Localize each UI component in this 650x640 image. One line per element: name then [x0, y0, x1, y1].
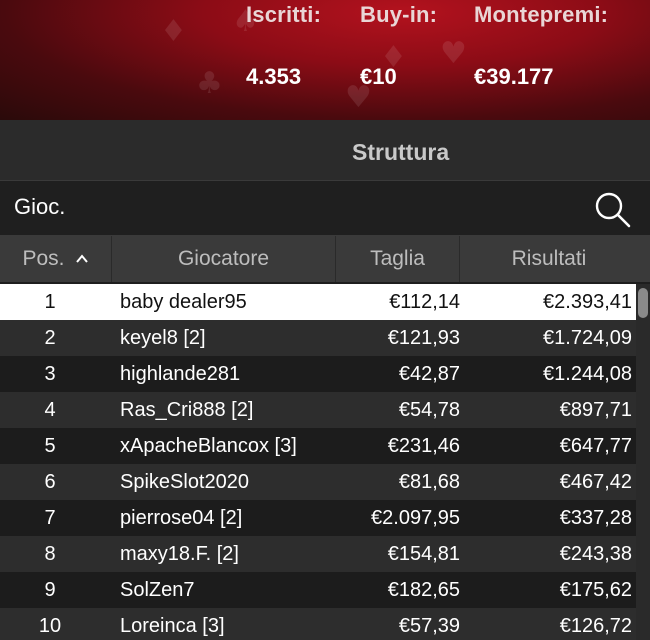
table-row[interactable]: 5 xApacheBlancox [3] €231,46 €647,77 — [0, 428, 650, 464]
result-cell: €175,62 — [559, 578, 632, 601]
result-cell: €337,28 — [559, 506, 632, 529]
heart-suit-decoration: ♥ — [440, 36, 467, 71]
search-icon[interactable] — [592, 189, 632, 229]
column-header-pos[interactable]: Pos. — [0, 236, 112, 282]
table-row[interactable]: 4 Ras_Cri888 [2] €54,78 €897,71 — [0, 392, 650, 428]
player-cell: SpikeSlot2020 — [120, 470, 249, 493]
result-cell: €897,71 — [559, 398, 632, 421]
search-input[interactable] — [14, 192, 574, 222]
position-cell: 7 — [44, 506, 56, 529]
buyin-value: €10 — [360, 64, 397, 89]
diamond-suit-decoration: ♦ — [160, 14, 187, 49]
table-header: Pos. Giocatore Taglia Risultati — [0, 236, 650, 282]
bounty-cell: €2.097,95 — [371, 506, 460, 529]
table-row[interactable]: 2 keyel8 [2] €121,93 €1.724,09 — [0, 320, 650, 356]
result-cell: €1.244,08 — [543, 362, 632, 385]
prizepool-label: Montepremi: — [474, 2, 609, 27]
column-header-label: Taglia — [370, 247, 425, 270]
bounty-cell: €112,14 — [389, 290, 460, 313]
position-cell: 4 — [44, 398, 56, 421]
player-cell: pierrose04 [2] — [120, 506, 243, 529]
position-cell: 10 — [38, 614, 62, 637]
bounty-cell: €231,46 — [387, 434, 460, 457]
table-row[interactable]: 7 pierrose04 [2] €2.097,95 €337,28 — [0, 500, 650, 536]
table-row[interactable]: 1 baby dealer95 €112,14 €2.393,41 — [0, 284, 650, 320]
buyin-label: Buy-in: — [360, 2, 438, 27]
position-cell: 3 — [44, 362, 56, 385]
table-row[interactable]: 6 SpikeSlot2020 €81,68 €467,42 — [0, 464, 650, 500]
player-cell: SolZen7 — [120, 578, 195, 601]
table-scrollbar[interactable] — [636, 284, 650, 640]
prizepool-value: €39.177 — [474, 64, 554, 89]
scrollbar-thumb[interactable] — [638, 288, 648, 318]
position-cell: 5 — [44, 434, 56, 457]
bounty-cell: €182,65 — [387, 578, 460, 601]
position-cell: 1 — [44, 290, 56, 313]
bounty-cell: €81,68 — [398, 470, 460, 493]
table-row[interactable]: 8 maxy18.F. [2] €154,81 €243,38 — [0, 536, 650, 572]
bounty-cell: €42,87 — [398, 362, 460, 385]
table-row[interactable]: 10 Loreinca [3] €57,39 €126,72 — [0, 608, 650, 640]
result-cell: €2.393,41 — [543, 290, 632, 313]
entrants-value: 4.353 — [246, 64, 302, 89]
club-suit-decoration: ♣ — [196, 66, 223, 101]
bounty-cell: €154,81 — [387, 542, 460, 565]
table-row[interactable]: 3 highlande281 €42,87 €1.244,08 — [0, 356, 650, 392]
column-header-label: Pos. — [22, 247, 65, 270]
column-header-player[interactable]: Giocatore — [112, 236, 336, 282]
sort-ascending-icon — [75, 254, 88, 264]
result-cell: €1.724,09 — [543, 326, 632, 349]
result-cell: €126,72 — [559, 614, 632, 637]
result-cell: €467,42 — [559, 470, 632, 493]
tournament-banner: ♣ ♠ ♦ ♥ ♥ ♦ Iscritti: 4.353 Buy-in: €10 … — [0, 0, 650, 120]
player-cell: keyel8 [2] — [120, 326, 206, 349]
column-header-bounty[interactable]: Taglia — [336, 236, 460, 282]
player-cell: xApacheBlancox [3] — [120, 434, 297, 457]
entrants-label: Iscritti: — [246, 2, 322, 27]
position-cell: 6 — [44, 470, 56, 493]
column-header-results[interactable]: Risultati — [460, 236, 638, 282]
bounty-cell: €57,39 — [398, 614, 460, 637]
column-header-label: Giocatore — [177, 247, 270, 270]
position-cell: 9 — [44, 578, 56, 601]
section-title-bar — [0, 120, 650, 180]
bounty-cell: €54,78 — [398, 398, 460, 421]
position-cell: 8 — [44, 542, 56, 565]
player-cell: baby dealer95 — [120, 290, 247, 313]
table-row[interactable]: 9 SolZen7 €182,65 €175,62 — [0, 572, 650, 608]
results-table-body: 1 baby dealer95 €112,14 €2.393,41 2 keye… — [0, 284, 650, 640]
section-title[interactable]: Struttura — [352, 139, 449, 166]
column-header-label: Risultati — [511, 247, 587, 270]
result-cell: €243,38 — [559, 542, 632, 565]
player-cell: Ras_Cri888 [2] — [120, 398, 254, 421]
player-cell: maxy18.F. [2] — [120, 542, 239, 565]
bounty-cell: €121,93 — [387, 326, 460, 349]
player-cell: highlande281 — [120, 362, 241, 385]
player-cell: Loreinca [3] — [120, 614, 225, 637]
result-cell: €647,77 — [559, 434, 632, 457]
position-cell: 2 — [44, 326, 56, 349]
